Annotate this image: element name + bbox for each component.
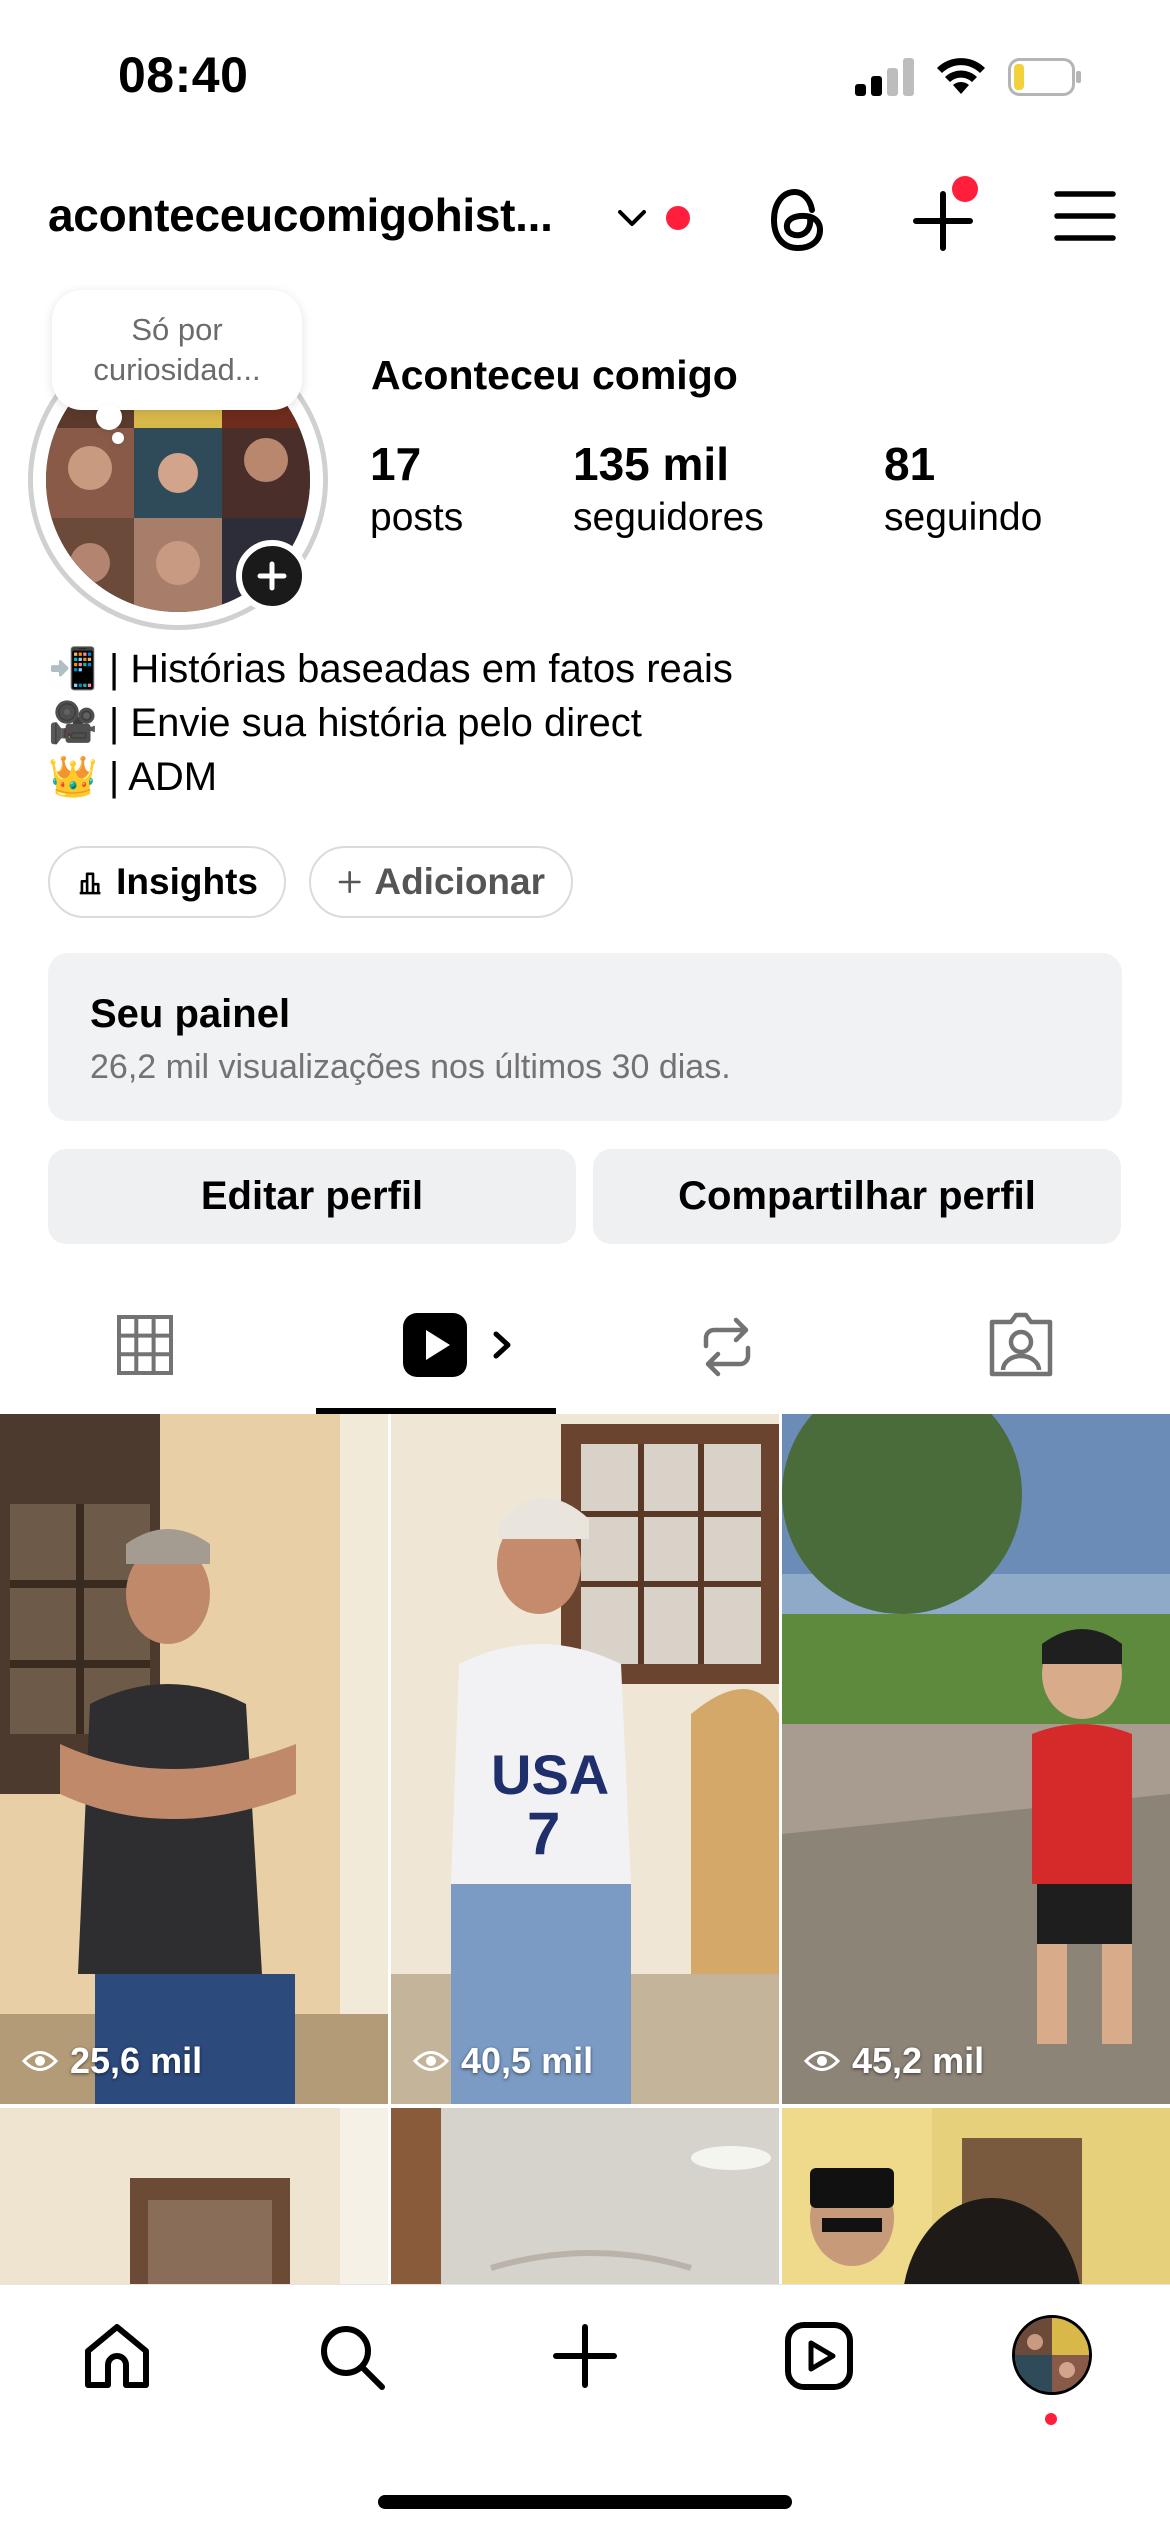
add-label: Adicionar <box>374 861 545 902</box>
reel-thumbnail[interactable] <box>391 2108 779 2284</box>
display-name: Aconteceu comigo <box>371 352 738 398</box>
svg-text:7: 7 <box>527 1800 560 1867</box>
notification-dot <box>1045 2413 1057 2425</box>
reels-icon[interactable] <box>400 1310 520 1380</box>
account-switcher[interactable]: aconteceucomigohist... <box>48 188 553 242</box>
wifi-icon <box>937 58 985 94</box>
notification-dot <box>666 206 690 230</box>
dashboard-title: Seu painel <box>90 992 291 1036</box>
create-icon[interactable] <box>548 2319 622 2393</box>
home-icon[interactable] <box>80 2319 154 2393</box>
reels-grid: 25,6 mil USA 7 40,5 mil 45,2 mil <box>0 1414 1170 2284</box>
plus-icon <box>338 870 361 894</box>
stat-posts[interactable]: 17 posts <box>370 436 463 544</box>
eye-icon <box>804 2051 840 2071</box>
reel-thumbnail[interactable]: 45,2 mil <box>782 1414 1170 2104</box>
view-count: 45,2 mil <box>804 2040 984 2082</box>
stat-label: seguindo <box>884 496 1043 539</box>
stat-following[interactable]: 81 seguindo <box>884 436 1042 544</box>
view-count-text: 45,2 mil <box>852 2040 985 2081</box>
note-tail <box>96 404 122 430</box>
view-count-text: 25,6 mil <box>70 2040 203 2081</box>
eye-icon <box>413 2051 449 2071</box>
threads-icon[interactable] <box>762 180 832 260</box>
stat-value: 135 mil <box>573 438 729 490</box>
insights-chip[interactable]: Insights <box>48 846 286 918</box>
add-link-chip[interactable]: Adicionar <box>309 846 573 918</box>
bio-text: | Envie sua história pelo direct <box>97 701 642 745</box>
bio-line: 📲 | Histórias baseadas em fatos reais <box>48 642 733 696</box>
signal-icon <box>855 58 915 96</box>
view-count: 25,6 mil <box>22 2040 202 2082</box>
bio-line: 🎥 | Envie sua história pelo direct <box>48 696 733 750</box>
repost-icon[interactable] <box>696 1314 758 1380</box>
professional-dashboard[interactable]: Seu painel 26,2 mil visualizações nos úl… <box>48 953 1122 1121</box>
bio-text: | ADM <box>97 755 218 799</box>
reels-nav-icon[interactable] <box>782 2319 856 2393</box>
stat-value: 17 <box>370 438 422 490</box>
view-count: 40,5 mil <box>413 2040 593 2082</box>
edit-profile-button[interactable]: Editar perfil <box>48 1149 576 1244</box>
view-count-text: 40,5 mil <box>461 2040 594 2081</box>
stat-followers[interactable]: 135 mil seguidores <box>573 436 764 544</box>
dashboard-subtitle: 26,2 mil visualizações nos últimos 30 di… <box>90 1048 731 1086</box>
bar-chart-icon <box>79 872 101 895</box>
bottom-nav <box>0 2284 1170 2532</box>
bio-line: 👑 | ADM <box>48 750 733 804</box>
note-bubble[interactable]: Só por curiosidad... <box>52 290 302 410</box>
menu-icon[interactable] <box>1054 188 1116 244</box>
note-tail <box>112 432 124 444</box>
content-tabs <box>0 1290 1170 1414</box>
status-bar: 08:40 <box>0 0 1170 150</box>
profile-header: aconteceucomigohist... <box>0 160 1170 280</box>
reel-thumbnail[interactable] <box>0 2108 388 2284</box>
bio: 📲 | Histórias baseadas em fatos reais 🎥 … <box>48 642 733 804</box>
search-icon[interactable] <box>314 2319 388 2393</box>
bio-text: | Histórias baseadas em fatos reais <box>97 647 733 691</box>
chevron-down-icon[interactable] <box>612 198 652 238</box>
eye-icon <box>22 2051 58 2071</box>
profile-avatar[interactable] <box>1012 2315 1092 2395</box>
reel-thumbnail[interactable]: 25,6 mil <box>0 1414 388 2104</box>
stat-label: seguidores <box>573 496 764 539</box>
status-time: 08:40 <box>118 47 249 103</box>
reel-thumbnail[interactable]: USA 7 40,5 mil <box>391 1414 779 2104</box>
note-text: Só por curiosidad... <box>93 312 261 387</box>
insights-label: Insights <box>116 861 258 902</box>
tagged-icon[interactable] <box>986 1312 1056 1378</box>
bio-emoji: 🎥 <box>48 701 98 745</box>
share-profile-button[interactable]: Compartilhar perfil <box>593 1149 1121 1244</box>
battery-icon <box>1008 58 1081 96</box>
reel-thumbnail[interactable] <box>782 2108 1170 2284</box>
bio-emoji: 👑 <box>48 755 98 799</box>
stat-label: posts <box>370 496 464 539</box>
svg-text:USA: USA <box>491 1743 609 1806</box>
stat-value: 81 <box>884 438 936 490</box>
add-story-button[interactable] <box>236 540 308 612</box>
grid-icon[interactable] <box>116 1314 174 1376</box>
home-indicator <box>378 2495 792 2509</box>
bio-emoji: 📲 <box>48 647 98 691</box>
notification-dot <box>952 176 978 202</box>
